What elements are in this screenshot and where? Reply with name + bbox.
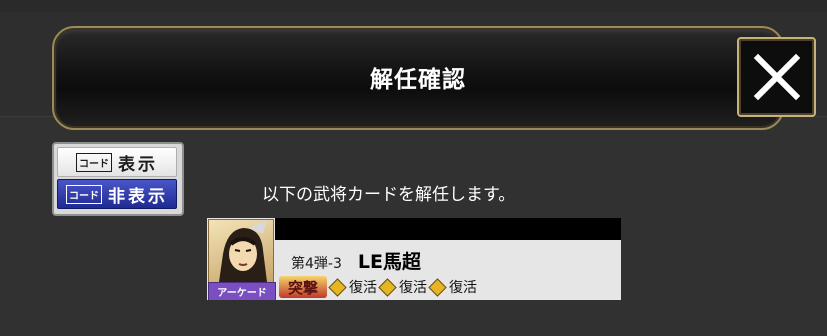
rarity-badge: アーケード	[208, 282, 276, 300]
title-banner: 解任確認	[52, 26, 784, 130]
general-portrait	[208, 219, 274, 283]
code-display-toggle: コード 表示 コード 非表示	[52, 142, 184, 216]
code-hide-label: 非表示	[108, 186, 168, 207]
dismiss-message: 以下の武将カードを解任します。	[262, 185, 516, 205]
close-x-icon	[753, 53, 801, 101]
card-skills: 突撃 復活 復活 復活	[279, 276, 477, 298]
skill-label: 復活	[399, 280, 427, 296]
code-show-label: 表示	[118, 154, 158, 175]
dialog-title: 解任確認	[370, 67, 466, 93]
skill-diamond-icon	[378, 277, 397, 297]
card-name: LE馬超	[357, 251, 421, 273]
general-card[interactable]: アーケード 第4弾-3 LE馬超 突撃 復活 復活 復活	[207, 218, 621, 300]
code-tag: コード	[66, 184, 102, 204]
code-tag: コード	[76, 152, 112, 172]
skill-label: 復活	[449, 280, 477, 296]
card-top-bar	[275, 218, 621, 240]
close-button[interactable]	[737, 37, 816, 117]
code-hide-button[interactable]: コード 非表示	[57, 179, 177, 209]
skill-badge: 突撃	[279, 276, 327, 298]
skill-label: 復活	[349, 280, 377, 296]
card-set: 第4弾-3	[291, 256, 342, 272]
dialog-header: 解任確認	[0, 12, 827, 130]
skill-item: 復活	[378, 277, 427, 297]
skill-item: 復活	[328, 277, 377, 297]
card-name-row: 第4弾-3 LE馬超	[291, 247, 421, 274]
skill-item: 復活	[428, 277, 477, 297]
code-show-button[interactable]: コード 表示	[57, 147, 177, 177]
skill-diamond-icon	[428, 277, 447, 297]
skill-diamond-icon	[328, 277, 347, 297]
